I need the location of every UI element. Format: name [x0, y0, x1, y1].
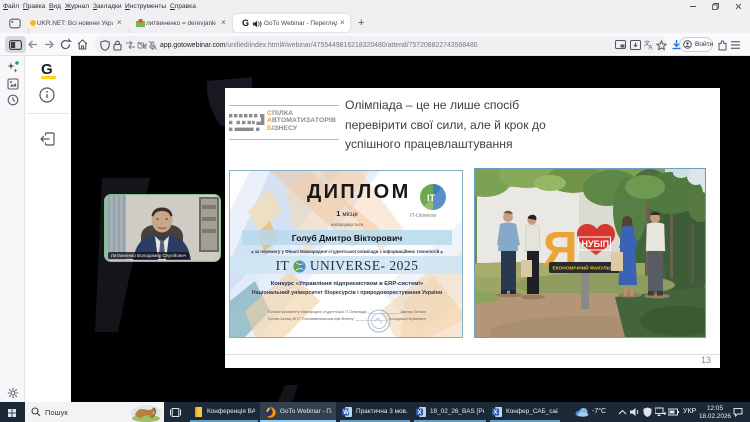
svg-text:W: W: [343, 410, 349, 416]
svg-text:НУБІП: НУБІП: [582, 239, 610, 249]
svg-text:X: X: [418, 410, 422, 416]
svg-text:IT: IT: [427, 193, 436, 203]
svg-text:A: A: [649, 46, 653, 51]
svg-text:X: X: [494, 410, 498, 416]
